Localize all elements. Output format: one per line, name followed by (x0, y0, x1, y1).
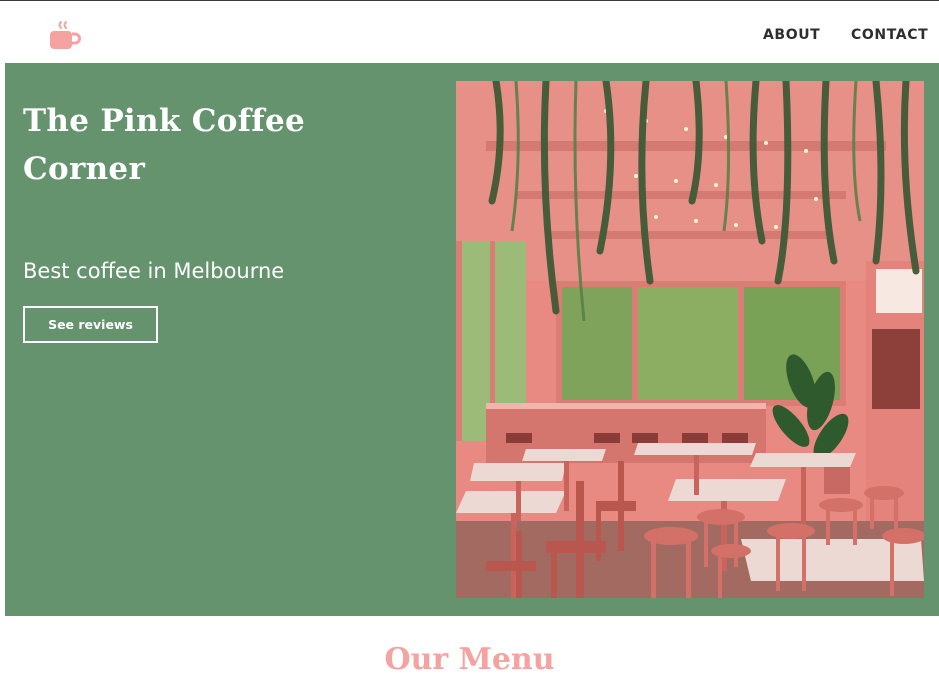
navbar: ABOUT CONTACT (0, 1, 939, 63)
hero-title: The Pink Coffee Corner (23, 103, 305, 187)
cafe-interior-photo (456, 81, 924, 598)
hero-section: The Pink Coffee Corner Best coffee in Me… (5, 63, 939, 616)
coffee-cup-icon[interactable] (48, 19, 82, 53)
nav-link-about[interactable]: ABOUT (763, 27, 820, 43)
hero-tagline: Best coffee in Melbourne (23, 259, 285, 283)
see-reviews-button[interactable]: See reviews (23, 306, 158, 343)
menu-heading: Our Menu (384, 642, 555, 677)
nav-link-contact[interactable]: CONTACT (851, 27, 928, 43)
